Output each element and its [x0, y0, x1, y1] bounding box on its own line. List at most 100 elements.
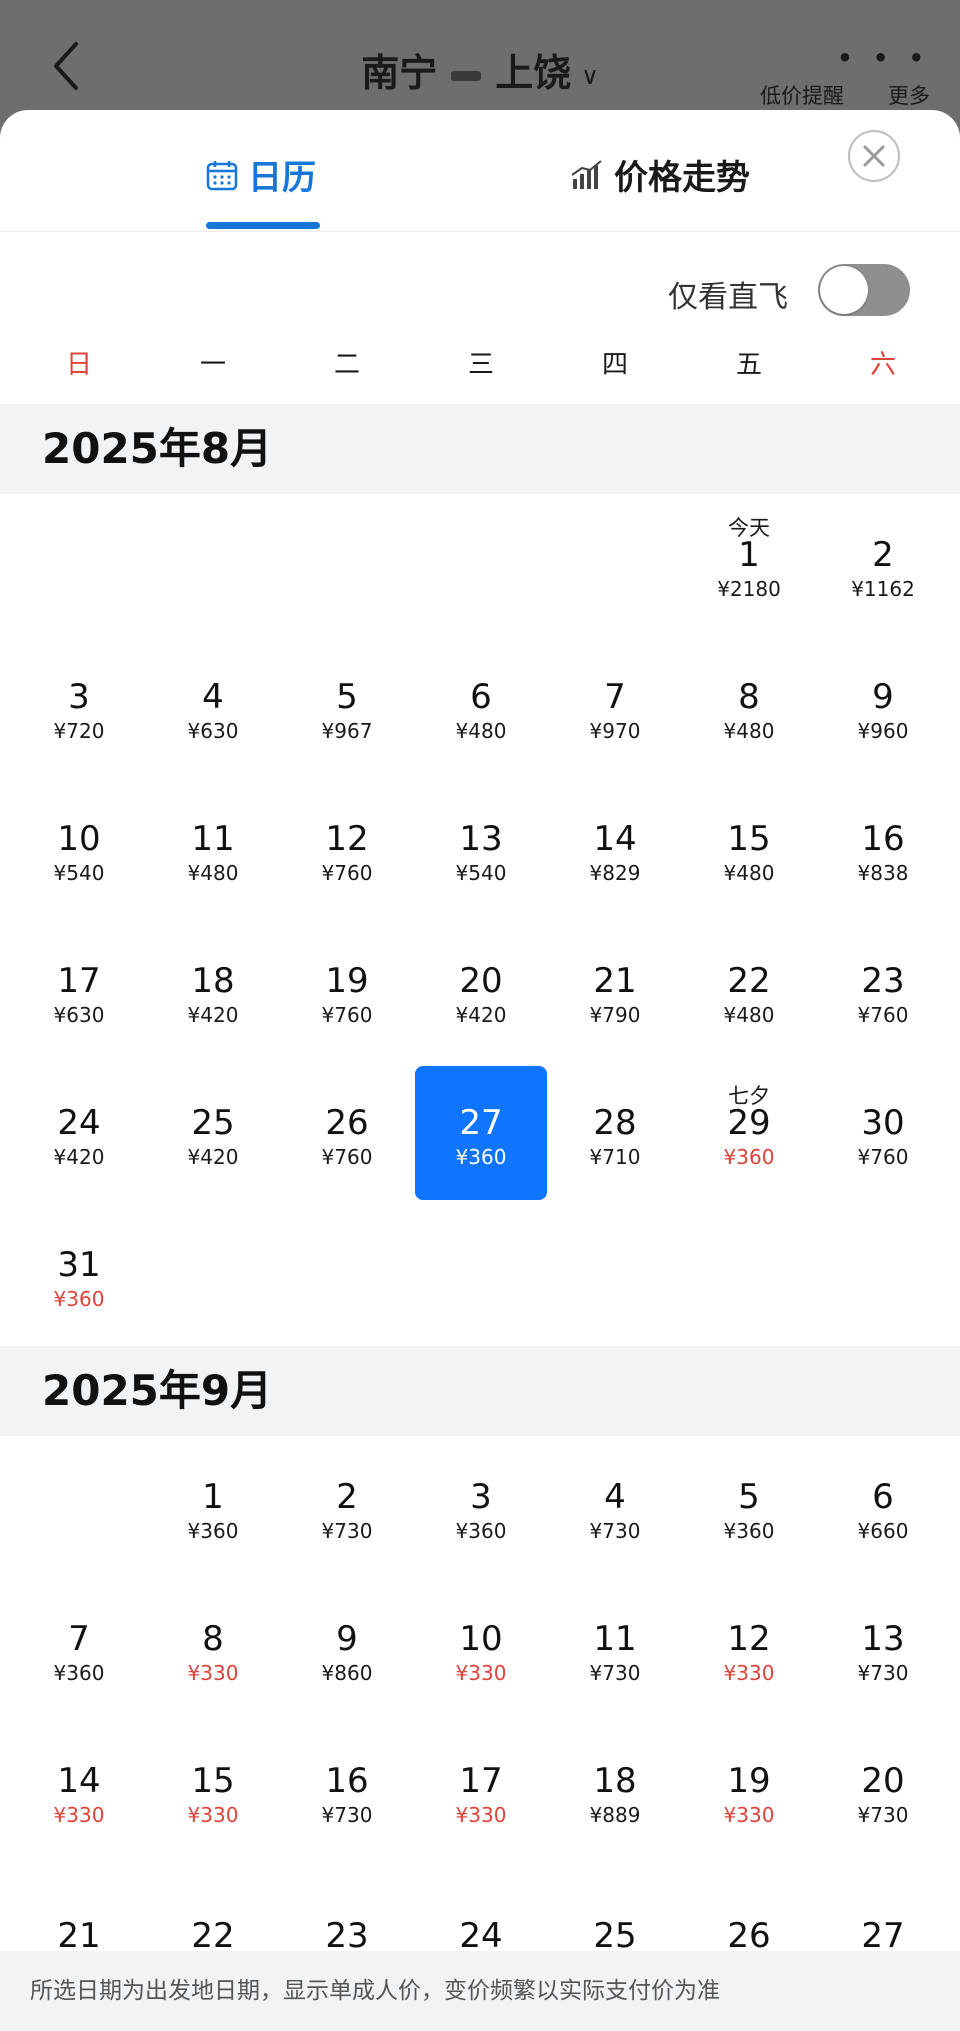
close-button[interactable]	[848, 130, 900, 182]
day-number: 23	[325, 1916, 369, 1956]
day-cell[interactable]: 17 ¥330	[414, 1720, 548, 1862]
day-cell-selected[interactable]: 27 ¥360	[414, 1062, 548, 1204]
day-cell[interactable]: 28 ¥710	[548, 1062, 682, 1204]
day-price: ¥730	[589, 1519, 641, 1543]
toggle-knob	[820, 266, 868, 314]
day-price-lowest: ¥360	[53, 1287, 105, 1311]
day-number: 19	[727, 1761, 771, 1801]
day-price: ¥360	[723, 1519, 775, 1543]
day-price: ¥660	[857, 1519, 909, 1543]
destination-city: 上饶	[495, 51, 572, 95]
empty-cell	[146, 494, 280, 636]
day-number: 27	[861, 1916, 905, 1956]
day-cell[interactable]: 6 ¥480	[414, 636, 548, 778]
day-cell[interactable]: 11 ¥730	[548, 1578, 682, 1720]
day-cell[interactable]: 16 ¥730	[280, 1720, 414, 1862]
day-cell[interactable]: 今天 1 ¥2180	[682, 494, 816, 636]
day-cell[interactable]: 12 ¥760	[280, 778, 414, 920]
day-cell[interactable]: 19 ¥760	[280, 920, 414, 1062]
chevron-down-icon: ∨	[581, 61, 599, 90]
day-cell[interactable]: 七夕 29 ¥360	[682, 1062, 816, 1204]
day-cell[interactable]: 17 ¥630	[12, 920, 146, 1062]
day-number: 5	[336, 677, 358, 717]
day-cell[interactable]: 14 ¥829	[548, 778, 682, 920]
day-cell[interactable]: 21 ¥790	[548, 920, 682, 1062]
tab-price-trend[interactable]: 价格走势	[570, 150, 750, 199]
day-cell[interactable]: 15 ¥330	[146, 1720, 280, 1862]
day-number: 21	[57, 1916, 101, 1956]
day-cell[interactable]: 4 ¥730	[548, 1436, 682, 1578]
day-number: 7	[68, 1619, 90, 1659]
day-cell[interactable]: 7 ¥360	[12, 1578, 146, 1720]
day-number: 16	[325, 1761, 369, 1801]
day-price-lowest: ¥330	[455, 1803, 507, 1827]
day-number: 20	[861, 1761, 905, 1801]
day-cell[interactable]: 11 ¥480	[146, 778, 280, 920]
weekday-label: 五	[735, 350, 762, 380]
day-cell[interactable]: 6 ¥660	[816, 1436, 950, 1578]
day-price-lowest: ¥330	[53, 1803, 105, 1827]
day-number: 3	[68, 677, 90, 717]
day-cell[interactable]: 10 ¥540	[12, 778, 146, 920]
day-cell[interactable]: 13 ¥730	[816, 1578, 950, 1720]
day-cell[interactable]: 16 ¥838	[816, 778, 950, 920]
day-cell[interactable]: 3 ¥720	[12, 636, 146, 778]
day-cell[interactable]: 18 ¥420	[146, 920, 280, 1062]
day-cell[interactable]: 20 ¥420	[414, 920, 548, 1062]
day-price: ¥970	[589, 719, 641, 743]
day-price: ¥630	[187, 719, 239, 743]
day-cell[interactable]: 3 ¥360	[414, 1436, 548, 1578]
day-price: ¥730	[857, 1661, 909, 1685]
weekday-label: 四	[601, 350, 628, 380]
day-cell[interactable]: 20 ¥730	[816, 1720, 950, 1862]
day-cell[interactable]: 24 ¥420	[12, 1062, 146, 1204]
day-cell[interactable]: 26 ¥760	[280, 1062, 414, 1204]
day-cell[interactable]: 8 ¥480	[682, 636, 816, 778]
day-cell[interactable]: 2 ¥730	[280, 1436, 414, 1578]
price-alert-button[interactable]: 低价提醒	[760, 80, 844, 110]
more-dots-icon[interactable]: • • •	[837, 44, 930, 72]
day-cell[interactable]: 13 ¥540	[414, 778, 548, 920]
day-price-lowest: ¥330	[723, 1661, 775, 1685]
day-number: 18	[593, 1761, 637, 1801]
more-button[interactable]: 更多	[888, 80, 930, 110]
day-cell[interactable]: 31 ¥360	[12, 1204, 146, 1346]
day-number: 22	[727, 961, 771, 1001]
route-arrow-icon	[451, 70, 482, 81]
close-icon	[863, 145, 885, 167]
tab-calendar[interactable]: 日历	[206, 150, 316, 199]
day-number: 31	[57, 1245, 101, 1285]
day-cell[interactable]: 7 ¥970	[548, 636, 682, 778]
day-number: 12	[325, 819, 369, 859]
day-cell[interactable]: 22 ¥480	[682, 920, 816, 1062]
day-cell[interactable]: 5 ¥360	[682, 1436, 816, 1578]
day-cell[interactable]: 4 ¥630	[146, 636, 280, 778]
day-number: 5	[738, 1477, 760, 1517]
weekday-label: 三	[467, 350, 494, 380]
day-note: 七夕	[728, 1084, 770, 1108]
direct-only-toggle[interactable]	[818, 264, 910, 316]
day-cell[interactable]: 5 ¥967	[280, 636, 414, 778]
day-cell[interactable]: 25 ¥420	[146, 1062, 280, 1204]
day-price: ¥480	[723, 719, 775, 743]
day-cell[interactable]: 30 ¥760	[816, 1062, 950, 1204]
day-cell[interactable]: 1 ¥360	[146, 1436, 280, 1578]
day-cell[interactable]: 12 ¥330	[682, 1578, 816, 1720]
day-grid: 1 ¥360 2 ¥730 3 ¥360 4 ¥730 5 ¥360 6 ¥660 7 ¥360 8 ¥330…	[0, 1436, 960, 2004]
day-cell[interactable]: 19 ¥330	[682, 1720, 816, 1862]
day-number: 2	[336, 1477, 358, 1517]
day-cell[interactable]: 9 ¥860	[280, 1578, 414, 1720]
day-cell[interactable]: 8 ¥330	[146, 1578, 280, 1720]
day-cell[interactable]: 18 ¥889	[548, 1720, 682, 1862]
weekday-label: 二	[333, 350, 360, 380]
day-price: ¥360	[455, 1519, 507, 1543]
weekday-label: 一	[199, 350, 226, 380]
day-cell[interactable]: 23 ¥760	[816, 920, 950, 1062]
day-cell[interactable]: 2 ¥1162	[816, 494, 950, 636]
day-cell[interactable]: 10 ¥330	[414, 1578, 548, 1720]
day-price: ¥480	[455, 719, 507, 743]
day-number: 12	[727, 1619, 771, 1659]
day-cell[interactable]: 9 ¥960	[816, 636, 950, 778]
day-cell[interactable]: 14 ¥330	[12, 1720, 146, 1862]
day-cell[interactable]: 15 ¥480	[682, 778, 816, 920]
